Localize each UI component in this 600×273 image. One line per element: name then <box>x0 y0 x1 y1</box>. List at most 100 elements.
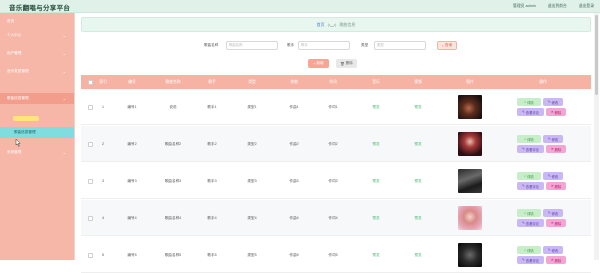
edit-icon: ✎ <box>547 248 551 252</box>
sidebar-item-home[interactable]: 首页 <box>0 16 74 27</box>
breadcrumb: 首页 (•‿•) 歌曲信息 <box>81 17 591 32</box>
edit-button[interactable]: ✎ 修改 <box>543 246 563 254</box>
detail-button[interactable]: ⌕ 详情 <box>517 172 541 180</box>
view-comments-button[interactable]: ✎ 查看评论 <box>517 219 544 227</box>
video-preview-link[interactable]: 预览 <box>408 200 428 236</box>
singer-input[interactable]: 歌手 <box>298 41 350 50</box>
edit-button[interactable]: ✎ 修改 <box>543 209 563 217</box>
sidebar-subitem-songs[interactable]: 歌曲信息管理 <box>0 127 74 138</box>
comment-icon: ✎ <box>522 258 525 262</box>
column-header: 歌曲名称 <box>165 79 181 84</box>
go-frontend-link[interactable]: 退出到前台 <box>548 4 567 9</box>
table-row: 1 编号1 说说 歌手1 类型1 作曲1 作词1 预览 预览 ⌕ 详情 ✎ 修改 ✎… <box>81 89 591 125</box>
admin-user-link[interactable]: 管理员 admin <box>513 4 536 9</box>
cell-index: 1 <box>102 105 104 109</box>
video-preview-link[interactable]: 预览 <box>408 163 428 199</box>
table-header: 索引 编号 歌曲名称 歌手 类型 作曲 作词 音乐 视频 图片 操作 <box>81 75 591 89</box>
song-cover-image <box>458 169 482 193</box>
column-header: 作曲 <box>290 79 298 84</box>
edit-button[interactable]: ✎ 修改 <box>543 172 563 180</box>
select-all-checkbox[interactable] <box>88 79 93 85</box>
column-header: 索引 <box>99 79 107 84</box>
view-comments-button[interactable]: ✎ 查看评论 <box>517 145 544 153</box>
row-checkbox[interactable] <box>88 178 93 184</box>
row-checkbox[interactable] <box>88 104 93 110</box>
sidebar-item-profile[interactable]: 个人中心 ⌄ <box>0 30 74 41</box>
music-preview-link[interactable]: 预览 <box>366 89 386 125</box>
music-preview-link[interactable]: 预览 <box>366 200 386 236</box>
view-comments-button[interactable]: ✎ 查看评论 <box>517 182 544 190</box>
song-cover-image <box>458 243 482 267</box>
search-icon: ⌕ <box>524 137 527 141</box>
video-preview-link[interactable]: 预览 <box>408 126 428 162</box>
row-checkbox[interactable] <box>88 252 93 258</box>
detail-button[interactable]: ⌕ 详情 <box>517 209 541 217</box>
sidebar-item-label: 歌曲信息管理 <box>7 96 29 100</box>
detail-button[interactable]: ⌕ 详情 <box>517 135 541 143</box>
trash-icon: 🗑 <box>340 61 345 66</box>
column-header: 操作 <box>539 79 547 84</box>
edit-icon: ✎ <box>547 211 551 215</box>
batch-delete-button[interactable]: 🗑 删除 <box>336 59 357 68</box>
comment-icon: ✎ <box>522 184 525 188</box>
mouse-cursor-icon <box>15 139 21 147</box>
cell-type: 类型3 <box>247 178 257 183</box>
submenu-indicator <box>13 116 39 121</box>
music-preview-link[interactable]: 预览 <box>366 237 386 273</box>
column-header: 视频 <box>414 79 422 84</box>
query-button[interactable]: ⌕ 查询 <box>437 41 457 50</box>
table-row: 3 编号3 歌曲名称3 歌手3 类型3 作曲3 作词3 预览 预览 ⌕ 详情 ✎ 修… <box>81 163 591 199</box>
music-preview-link[interactable]: 预览 <box>366 126 386 162</box>
cell-composer: 作曲3 <box>289 178 299 183</box>
cell-code: 编号3 <box>127 178 137 183</box>
app-title: 音乐翻唱与分享平台 <box>9 5 71 12</box>
sidebar-item-system[interactable]: 系统管理 ⌄ <box>0 147 74 158</box>
row-actions: ⌕ 详情 ✎ 修改 ✎ 查看评论 ✕ 删除 <box>517 135 579 153</box>
song-name-label: 歌曲名称 <box>204 43 219 47</box>
type-input[interactable]: 类型 <box>374 41 426 50</box>
cell-composer: 作曲2 <box>289 141 299 146</box>
cell-index: 3 <box>102 179 104 183</box>
music-preview-link[interactable]: 预览 <box>366 163 386 199</box>
delete-button[interactable]: ✕ 删除 <box>546 182 566 190</box>
edit-button[interactable]: ✎ 修改 <box>543 135 563 143</box>
chevron-down-icon: ⌄ <box>62 69 66 74</box>
column-header: 歌手 <box>208 79 216 84</box>
column-header: 编号 <box>128 79 136 84</box>
delete-button[interactable]: ✕ 删除 <box>546 219 566 227</box>
delete-button[interactable]: ✕ 删除 <box>546 256 566 264</box>
column-header: 图片 <box>466 79 474 84</box>
view-comments-button[interactable]: ✎ 查看评论 <box>517 108 544 116</box>
row-checkbox[interactable] <box>88 141 93 147</box>
detail-button[interactable]: ⌕ 详情 <box>517 98 541 106</box>
row-checkbox[interactable] <box>88 215 93 221</box>
column-header: 作词 <box>329 79 337 84</box>
trash-icon: ✕ <box>550 258 554 262</box>
sidebar-item-music-types[interactable]: 音乐类型管理 ⌄ <box>0 66 74 77</box>
sidebar-divider <box>74 13 75 260</box>
detail-button[interactable]: ⌕ 详情 <box>517 246 541 254</box>
cell-singer: 歌手2 <box>207 141 217 146</box>
type-label: 类型 <box>361 43 369 47</box>
view-comments-button[interactable]: ✎ 查看评论 <box>517 256 544 264</box>
song-name-input[interactable]: 歌曲名称 <box>226 41 278 50</box>
table-row: 2 编号2 歌曲名称2 歌手2 类型2 作曲2 作词2 预览 预览 ⌕ 详情 ✎ 修… <box>81 126 591 162</box>
scrollbar-thumb[interactable] <box>595 15 598 95</box>
comment-label: 查看评论 <box>525 147 539 152</box>
edit-label: 修改 <box>551 174 559 179</box>
add-button[interactable]: + 新增 <box>308 59 329 68</box>
video-preview-link[interactable]: 预览 <box>408 89 428 125</box>
comment-label: 查看评论 <box>525 110 539 115</box>
song-cover-image <box>458 206 482 230</box>
video-preview-link[interactable]: 预览 <box>408 237 428 273</box>
logout-link[interactable]: 退出登录 <box>579 4 594 9</box>
delete-button[interactable]: ✕ 删除 <box>546 145 566 153</box>
search-icon: ⌕ <box>524 211 527 215</box>
sidebar-item-songs[interactable]: 歌曲信息管理 ⌄ <box>0 93 74 104</box>
sidebar-item-label: 个人中心 <box>7 33 22 37</box>
cell-name: 说说 <box>169 104 177 109</box>
delete-button[interactable]: ✕ 删除 <box>546 108 566 116</box>
edit-button[interactable]: ✎ 修改 <box>543 98 563 106</box>
breadcrumb-home[interactable]: 首页 <box>317 22 325 28</box>
cell-index: 2 <box>102 142 104 146</box>
